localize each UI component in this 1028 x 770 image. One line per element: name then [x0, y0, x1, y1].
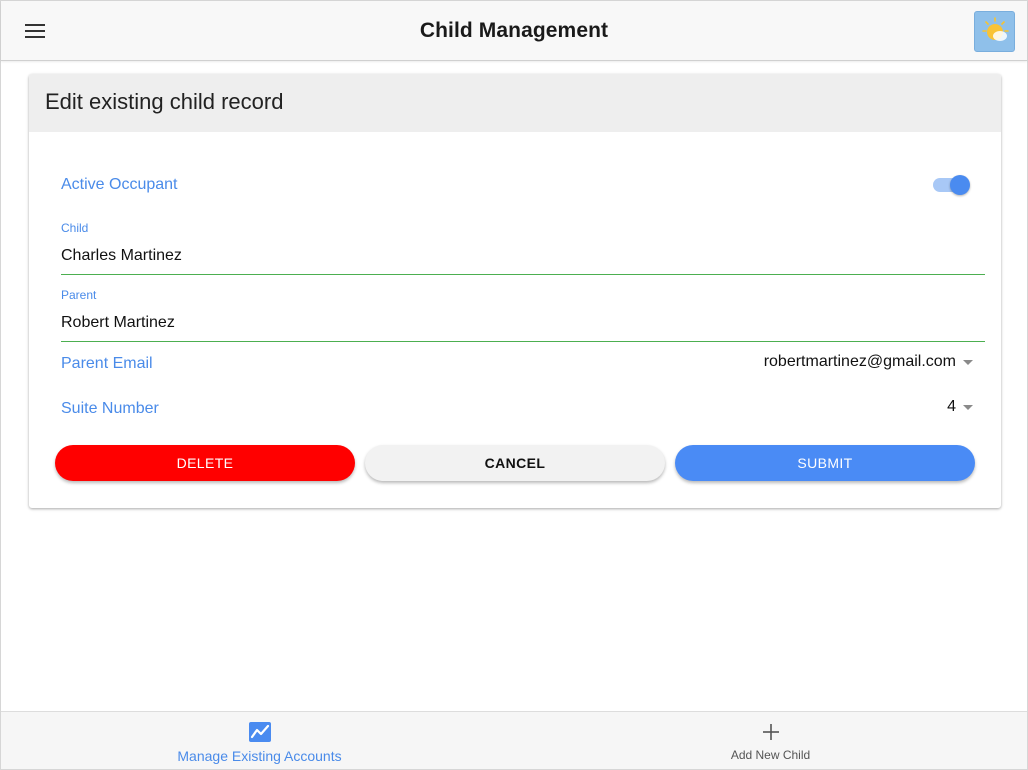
app-header: Child Management — [1, 1, 1027, 61]
parent-email-row: Parent Email robertmartinez@gmail.com — [61, 353, 973, 375]
active-occupant-toggle[interactable] — [933, 175, 971, 195]
card-header: Edit existing child record — [29, 74, 1001, 132]
nav-icon-wrapper — [248, 721, 271, 743]
bottom-navigation: Manage Existing Accounts Add New Child — [1, 711, 1027, 769]
active-occupant-row: Active Occupant — [61, 176, 178, 194]
nav-item-manage-accounts[interactable]: Manage Existing Accounts — [3, 712, 516, 770]
card-title: Edit existing child record — [45, 89, 284, 114]
suite-number-value: 4 — [947, 398, 956, 415]
parent-email-value: robertmartinez@gmail.com — [763, 353, 956, 370]
dropdown-caret-icon — [963, 404, 973, 410]
parent-email-label: Parent Email — [61, 355, 153, 372]
parent-label: Parent — [61, 288, 97, 302]
suite-number-row: Suite Number 4 — [61, 398, 973, 420]
child-input[interactable] — [61, 246, 985, 266]
suite-number-label: Suite Number — [61, 400, 159, 417]
child-underline — [61, 274, 985, 275]
toggle-knob — [950, 175, 970, 195]
nav-item-add-child[interactable]: Add New Child — [514, 712, 1027, 770]
parent-field: Parent — [61, 288, 985, 342]
suite-number-select[interactable]: 4 — [947, 398, 973, 416]
cancel-button[interactable]: CANCEL — [365, 445, 665, 481]
plus-icon — [762, 724, 779, 740]
sun-cloud-icon — [981, 16, 1009, 41]
active-occupant-label: Active Occupant — [61, 176, 178, 193]
dropdown-caret-icon — [963, 359, 973, 365]
child-field: Child — [61, 221, 985, 275]
child-label: Child — [61, 221, 89, 235]
parent-email-select[interactable]: robertmartinez@gmail.com — [764, 353, 973, 371]
parent-input[interactable] — [61, 313, 985, 333]
page-title: Child Management — [419, 19, 609, 42]
submit-button[interactable]: SUBMIT — [675, 445, 975, 481]
edit-child-card: Edit existing child record Active Occupa… — [29, 74, 1001, 508]
delete-button[interactable]: DELETE — [55, 445, 355, 481]
nav-label-manage-accounts: Manage Existing Accounts — [177, 748, 342, 764]
theme-toggle-button[interactable] — [974, 11, 1015, 52]
parent-underline — [61, 341, 985, 342]
chart-icon — [248, 722, 271, 742]
nav-label-add-child: Add New Child — [730, 748, 811, 762]
app-window: Child Management Edit existing child rec… — [0, 0, 1028, 770]
nav-icon-wrapper — [762, 721, 780, 743]
